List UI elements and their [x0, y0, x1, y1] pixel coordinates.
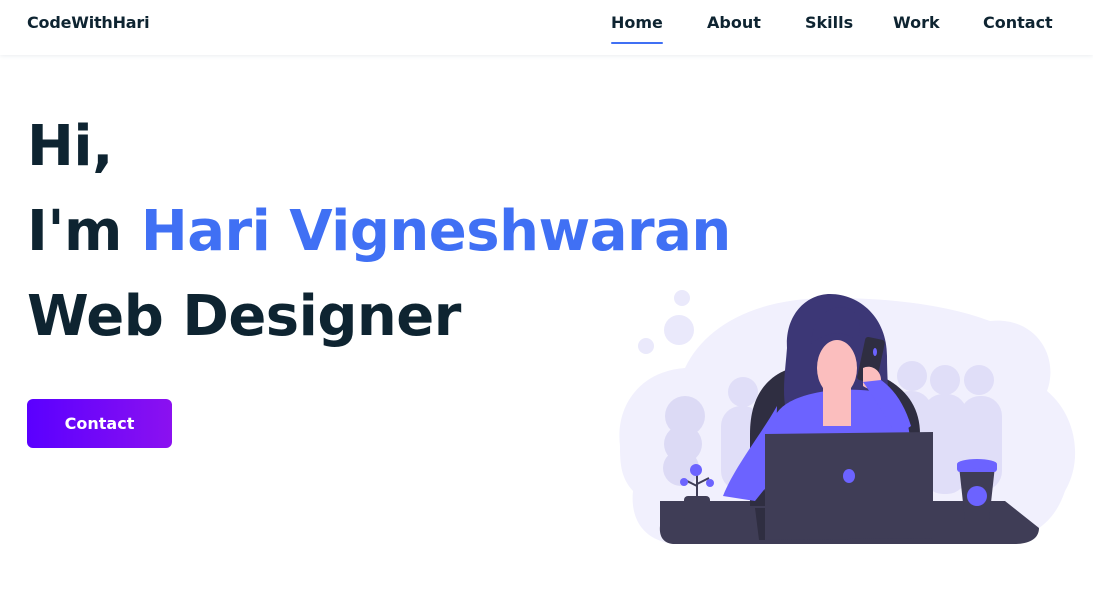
hero-role: Web Designer	[27, 284, 461, 349]
contact-button[interactable]: Contact	[27, 399, 172, 448]
hero-greeting: Hi,	[27, 114, 113, 179]
laptop-logo	[843, 469, 855, 483]
laptop	[765, 432, 933, 540]
bubble-3	[638, 338, 654, 354]
nav-link-home[interactable]: Home	[611, 13, 663, 44]
plant-pot	[684, 496, 710, 522]
main-nav: Home About Skills Work Contact	[0, 13, 1093, 53]
face	[817, 340, 857, 396]
site-header: CodeWithHari Home About Skills Work Cont…	[0, 0, 1093, 55]
nav-link-about[interactable]: About	[707, 13, 761, 32]
nav-link-work[interactable]: Work	[893, 13, 940, 32]
bubble-1	[674, 290, 690, 306]
hero-intro: I'm Hari Vigneshwaran	[27, 204, 731, 260]
hero-name: Hari Vigneshwaran	[140, 199, 731, 264]
woman-on-phone-at-laptop-illustration	[619, 290, 1076, 544]
neck	[823, 388, 851, 426]
nav-link-contact[interactable]: Contact	[983, 13, 1053, 32]
bubble-2	[664, 315, 694, 345]
nav-link-skills[interactable]: Skills	[805, 13, 853, 32]
hero-intro-prefix: I'm	[27, 199, 141, 264]
